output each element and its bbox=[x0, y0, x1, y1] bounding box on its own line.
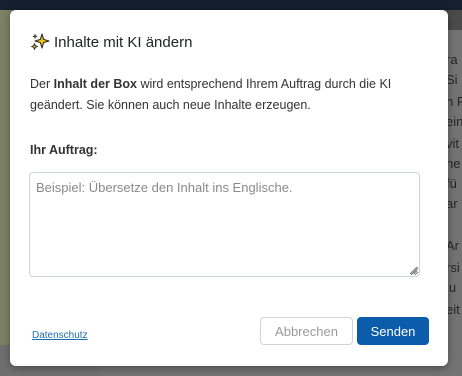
send-button[interactable]: Senden bbox=[357, 317, 429, 345]
background-text: ein bbox=[446, 114, 462, 129]
background-text: ne bbox=[446, 156, 461, 171]
dialog-title: Inhalte mit KI ändern bbox=[54, 33, 193, 51]
ai-edit-dialog: Inhalte mit KI ändern Der Inhalt der Box… bbox=[10, 10, 448, 366]
dialog-description: Der Inhalt der Box wird entsprechend Ihr… bbox=[30, 74, 430, 116]
privacy-link[interactable]: Datenschutz bbox=[32, 330, 88, 341]
cancel-button[interactable]: Abbrechen bbox=[260, 317, 353, 345]
background-text: rsi bbox=[446, 260, 460, 275]
prompt-textarea[interactable] bbox=[29, 172, 420, 277]
dialog-header: Inhalte mit KI ändern bbox=[30, 30, 192, 54]
background-topbar bbox=[0, 0, 462, 10]
background-text: eit bbox=[446, 302, 460, 317]
prompt-label: Ihr Auftrag: bbox=[30, 143, 98, 157]
sparkle-icon bbox=[30, 32, 50, 52]
description-highlight: Inhalt der Box bbox=[53, 77, 137, 91]
background-text: n F bbox=[446, 94, 462, 109]
description-prefix: Der bbox=[30, 77, 54, 91]
